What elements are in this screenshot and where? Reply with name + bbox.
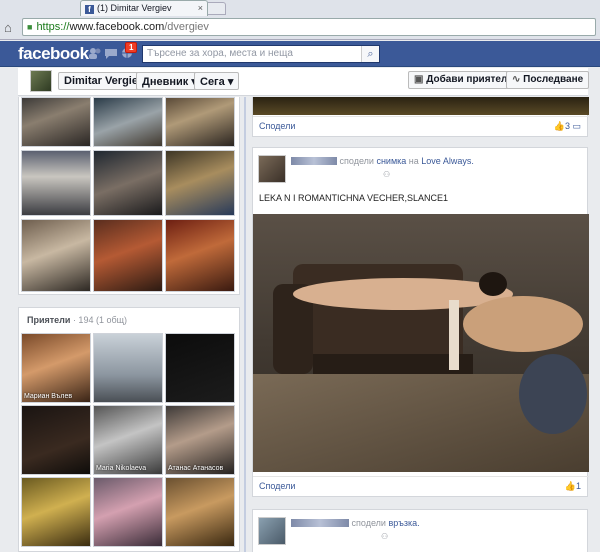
facebook-favicon-icon: f — [85, 5, 94, 14]
photo-thumbnail[interactable] — [165, 150, 235, 216]
post-header: сподели връзка. — [291, 518, 420, 528]
lock-icon: ■ — [27, 22, 33, 32]
friend-thumbnail[interactable] — [21, 477, 91, 547]
post-author-avatar[interactable] — [258, 155, 286, 183]
friend-name[interactable]: Maria Nikolaeva — [96, 465, 146, 472]
photo-thumbnail[interactable] — [21, 150, 91, 216]
like-count[interactable]: 1 — [576, 481, 581, 491]
timeline-bar: Dimitar Vergiev Дневник ▾ Сега ▾ ▣ Добав… — [18, 68, 590, 96]
friends-count: · 194 (1 общ) — [72, 315, 128, 325]
post-author-name[interactable] — [291, 519, 349, 527]
like-icon: 👍 — [553, 121, 565, 131]
search-icon[interactable]: ⌕ — [361, 46, 379, 62]
friend-thumbnail[interactable] — [165, 333, 235, 403]
profile-avatar[interactable] — [30, 70, 52, 92]
friend-thumbnail[interactable] — [165, 477, 235, 547]
post-text: LEKA N I ROMANTICHNA VECHER,SLANCE1 — [259, 193, 449, 203]
friends-title-label: Приятели — [27, 315, 71, 325]
post-prep: на — [408, 156, 419, 166]
left-column: Приятели · 194 (1 общ) Мариан Вълев Mari… — [18, 97, 240, 552]
post-verb: сподели — [351, 518, 386, 528]
photo-thumbnail[interactable] — [165, 219, 235, 292]
address-bar[interactable]: ■ https://www.facebook.com/dvergiev — [22, 18, 596, 36]
add-friend-icon: ▣ — [414, 74, 424, 85]
photo-thumbnail[interactable] — [165, 97, 235, 147]
url-host: www.facebook.com — [69, 21, 165, 33]
post-actions: Сподели 👍3 ▭ — [253, 116, 589, 136]
photo-thumbnail[interactable] — [93, 219, 163, 292]
friend-thumbnail[interactable] — [93, 477, 163, 547]
post-actions: Сподели 👍1 — [253, 476, 589, 496]
post-target-link[interactable]: Love Always. — [421, 156, 474, 166]
add-friend-label: Добави приятел — [426, 74, 508, 85]
post-author-name[interactable] — [291, 157, 337, 165]
timeline-dropdown[interactable]: Дневник ▾ — [136, 72, 203, 90]
post-photo[interactable] — [253, 214, 589, 472]
browser-tab[interactable]: f (1) Dimitar Vergiev × — [80, 0, 208, 16]
rss-icon: ∿ — [512, 74, 521, 85]
photos-box — [18, 97, 240, 295]
friend-name[interactable]: Мариан Вълев — [24, 393, 72, 400]
comment-icon[interactable]: ▭ — [572, 121, 581, 131]
friend-thumbnail[interactable] — [93, 333, 163, 403]
share-link[interactable]: Сподели — [259, 121, 295, 131]
friends-title[interactable]: Приятели · 194 (1 общ) — [27, 315, 127, 325]
friend-thumbnail[interactable] — [21, 405, 91, 475]
post-card: сподели снимка на Love Always. ⚇ LEKA N … — [252, 147, 589, 497]
friends-box: Приятели · 194 (1 общ) Мариан Вълев Mari… — [18, 307, 240, 552]
friend-thumbnail[interactable]: Атанас Атанасов — [165, 405, 235, 475]
photo-thumbnail[interactable] — [93, 150, 163, 216]
photo-thumbnail[interactable] — [93, 97, 163, 147]
tab-close-icon[interactable]: × — [198, 3, 203, 13]
messages-icon[interactable] — [104, 47, 118, 60]
notifications-badge: 1 — [125, 42, 138, 53]
like-icon: 👍 — [564, 481, 576, 491]
timeline-feed: Сподели 👍3 ▭ сподели снимка на Love Alwa… — [238, 97, 589, 552]
post-object-link[interactable]: снимка — [376, 156, 406, 166]
now-dropdown[interactable]: Сега ▾ — [194, 72, 240, 90]
home-icon[interactable]: ⌂ — [4, 20, 12, 35]
post-photo-partial[interactable] — [253, 97, 589, 115]
post-author-avatar[interactable] — [258, 517, 286, 545]
friend-requests-icon[interactable] — [88, 47, 102, 60]
friend-thumbnail[interactable]: Мариан Вълев — [21, 333, 91, 403]
post-card: сподели връзка. ⚇ — [252, 509, 588, 552]
search-input[interactable]: Търсене за хора, места и неща ⌕ — [142, 45, 380, 63]
browser-chrome: f (1) Dimitar Vergiev × ⌂ ■ https://www.fa… — [0, 0, 600, 40]
friend-thumbnail[interactable]: Maria Nikolaeva — [93, 405, 163, 475]
photo-thumbnail[interactable] — [21, 219, 91, 292]
url-scheme: https:// — [36, 21, 70, 33]
post-header: сподели снимка на Love Always. — [291, 156, 474, 166]
tab-title: (1) Dimitar Vergiev — [97, 3, 172, 13]
photo-thumbnail[interactable] — [21, 97, 91, 147]
post-verb: сподели — [339, 156, 374, 166]
url-path: /dvergiev — [164, 21, 209, 33]
post-stats: 👍1 — [565, 481, 581, 492]
facebook-top-bar: facebook 1 Търсене за хора, места и неща… — [0, 41, 600, 67]
like-count[interactable]: 3 — [565, 121, 570, 131]
post-stats: 👍3 ▭ — [554, 121, 581, 132]
facebook-logo[interactable]: facebook — [18, 44, 89, 64]
audience-icon[interactable]: ⚇ — [383, 170, 390, 179]
add-friend-button[interactable]: ▣ Добави приятел — [408, 71, 514, 89]
search-placeholder: Търсене за хора, места и неща — [147, 48, 293, 59]
post-card: Сподели 👍3 ▭ — [252, 97, 589, 137]
follow-label: Последване — [523, 74, 584, 85]
friend-name[interactable]: Атанас Атанасов — [168, 465, 223, 472]
follow-button[interactable]: ∿ Последване — [506, 71, 590, 89]
audience-icon[interactable]: ⚇ — [381, 532, 388, 541]
post-object-link[interactable]: връзка. — [388, 518, 419, 528]
share-link[interactable]: Сподели — [259, 481, 295, 491]
new-tab-button[interactable] — [208, 2, 226, 15]
